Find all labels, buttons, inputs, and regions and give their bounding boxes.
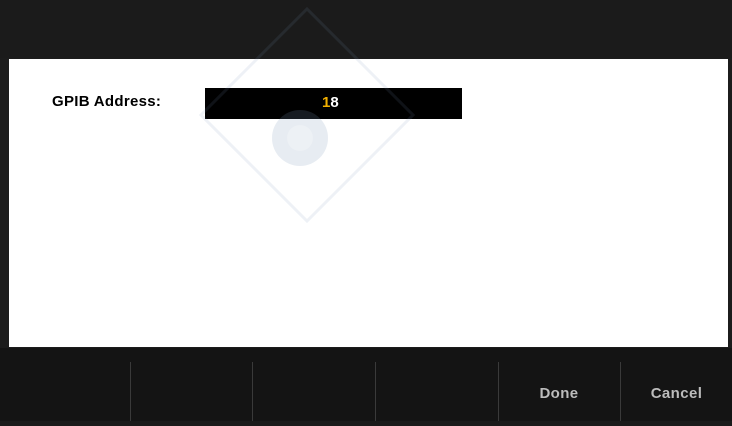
softkey-2[interactable] bbox=[130, 362, 251, 421]
done-button[interactable]: Done bbox=[498, 362, 619, 421]
softkey-3[interactable] bbox=[252, 362, 373, 421]
value-rest: 8 bbox=[330, 94, 339, 111]
gpib-address-dialog: GPIB Address: 18 bbox=[9, 59, 728, 347]
softkey-bar: Done Cancel bbox=[0, 348, 732, 421]
instrument-screen: GPIB Address: 18 Done Cancel bbox=[0, 0, 732, 421]
gpib-address-value: 18 bbox=[322, 93, 339, 113]
top-status-bar bbox=[0, 0, 732, 58]
gpib-address-label: GPIB Address: bbox=[52, 93, 162, 110]
softkey-1[interactable] bbox=[9, 362, 130, 421]
softkey-4[interactable] bbox=[375, 362, 496, 421]
gpib-address-input[interactable]: 18 bbox=[205, 88, 462, 119]
cancel-button[interactable]: Cancel bbox=[620, 362, 732, 421]
